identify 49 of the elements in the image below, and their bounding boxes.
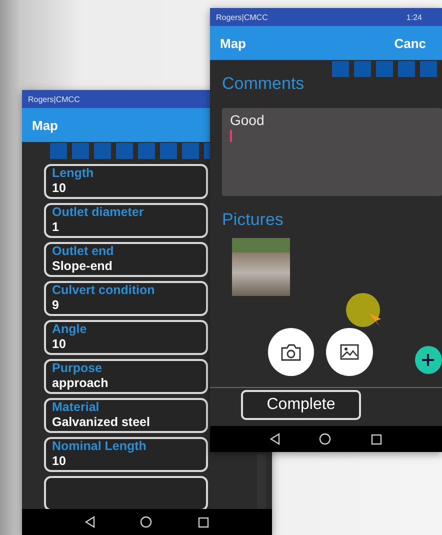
back-icon[interactable] (84, 516, 95, 528)
comments-text: Good (230, 112, 266, 128)
camera-button[interactable] (268, 328, 314, 376)
field-value: 9 (52, 298, 60, 313)
home-icon[interactable] (319, 433, 332, 445)
field-value: approach (52, 376, 110, 391)
comments-heading: Comments (222, 74, 304, 94)
field-card[interactable]: Outlet diameter 1 (44, 203, 208, 238)
field-value: Galvanized steel (52, 415, 151, 430)
plus-icon (421, 353, 436, 367)
field-card[interactable]: Outlet end Slope-end (44, 242, 208, 277)
field-card[interactable]: Length 10 (44, 164, 208, 199)
recent-apps-icon[interactable] (371, 434, 382, 444)
field-value: 10 (52, 181, 67, 196)
home-icon[interactable] (140, 516, 152, 528)
text-cursor (230, 130, 232, 142)
carrier-text: Rogers|CMCC (28, 94, 80, 104)
carrier-text: Rogers|CMCC (216, 12, 268, 22)
field-label: Length (52, 166, 95, 181)
photo-placeholder[interactable] (232, 238, 290, 296)
field-value: 10 (52, 337, 67, 352)
image-icon (340, 344, 360, 360)
field-card[interactable]: Material Galvanized steel (44, 398, 208, 433)
camera-icon (281, 344, 302, 360)
field-card[interactable]: Angle 10 (44, 320, 208, 355)
scrollbar (257, 454, 266, 509)
field-label: Angle (52, 322, 88, 337)
field-label: Purpose (52, 361, 104, 376)
add-button[interactable] (414, 346, 442, 374)
field-label: Material (52, 400, 100, 415)
field-card[interactable]: Culvert condition 9 (44, 281, 208, 316)
recent-apps-icon[interactable] (198, 516, 210, 528)
field-label: Nominal Length (52, 439, 148, 454)
field-value: 10 (52, 454, 67, 469)
field-value: Slope-end (52, 259, 114, 274)
field-label: Outlet end (52, 244, 115, 259)
gallery-button[interactable] (326, 328, 373, 376)
field-label: Culvert condition (52, 283, 156, 298)
back-icon[interactable] (270, 433, 280, 445)
field-card[interactable]: Purpose approach (44, 359, 208, 394)
complete-button[interactable]: Complete (241, 390, 361, 420)
field-value: 1 (52, 220, 60, 235)
pictures-heading: Pictures (222, 210, 284, 230)
field-card[interactable]: Nominal Length 10 (44, 437, 208, 472)
clock-text: 1:24 (406, 12, 422, 22)
comments-field[interactable]: Good (222, 108, 442, 196)
field-label: Outlet diameter (52, 205, 145, 220)
app-bar-title: Map (220, 36, 246, 50)
app-bar-title: Map (32, 118, 58, 132)
